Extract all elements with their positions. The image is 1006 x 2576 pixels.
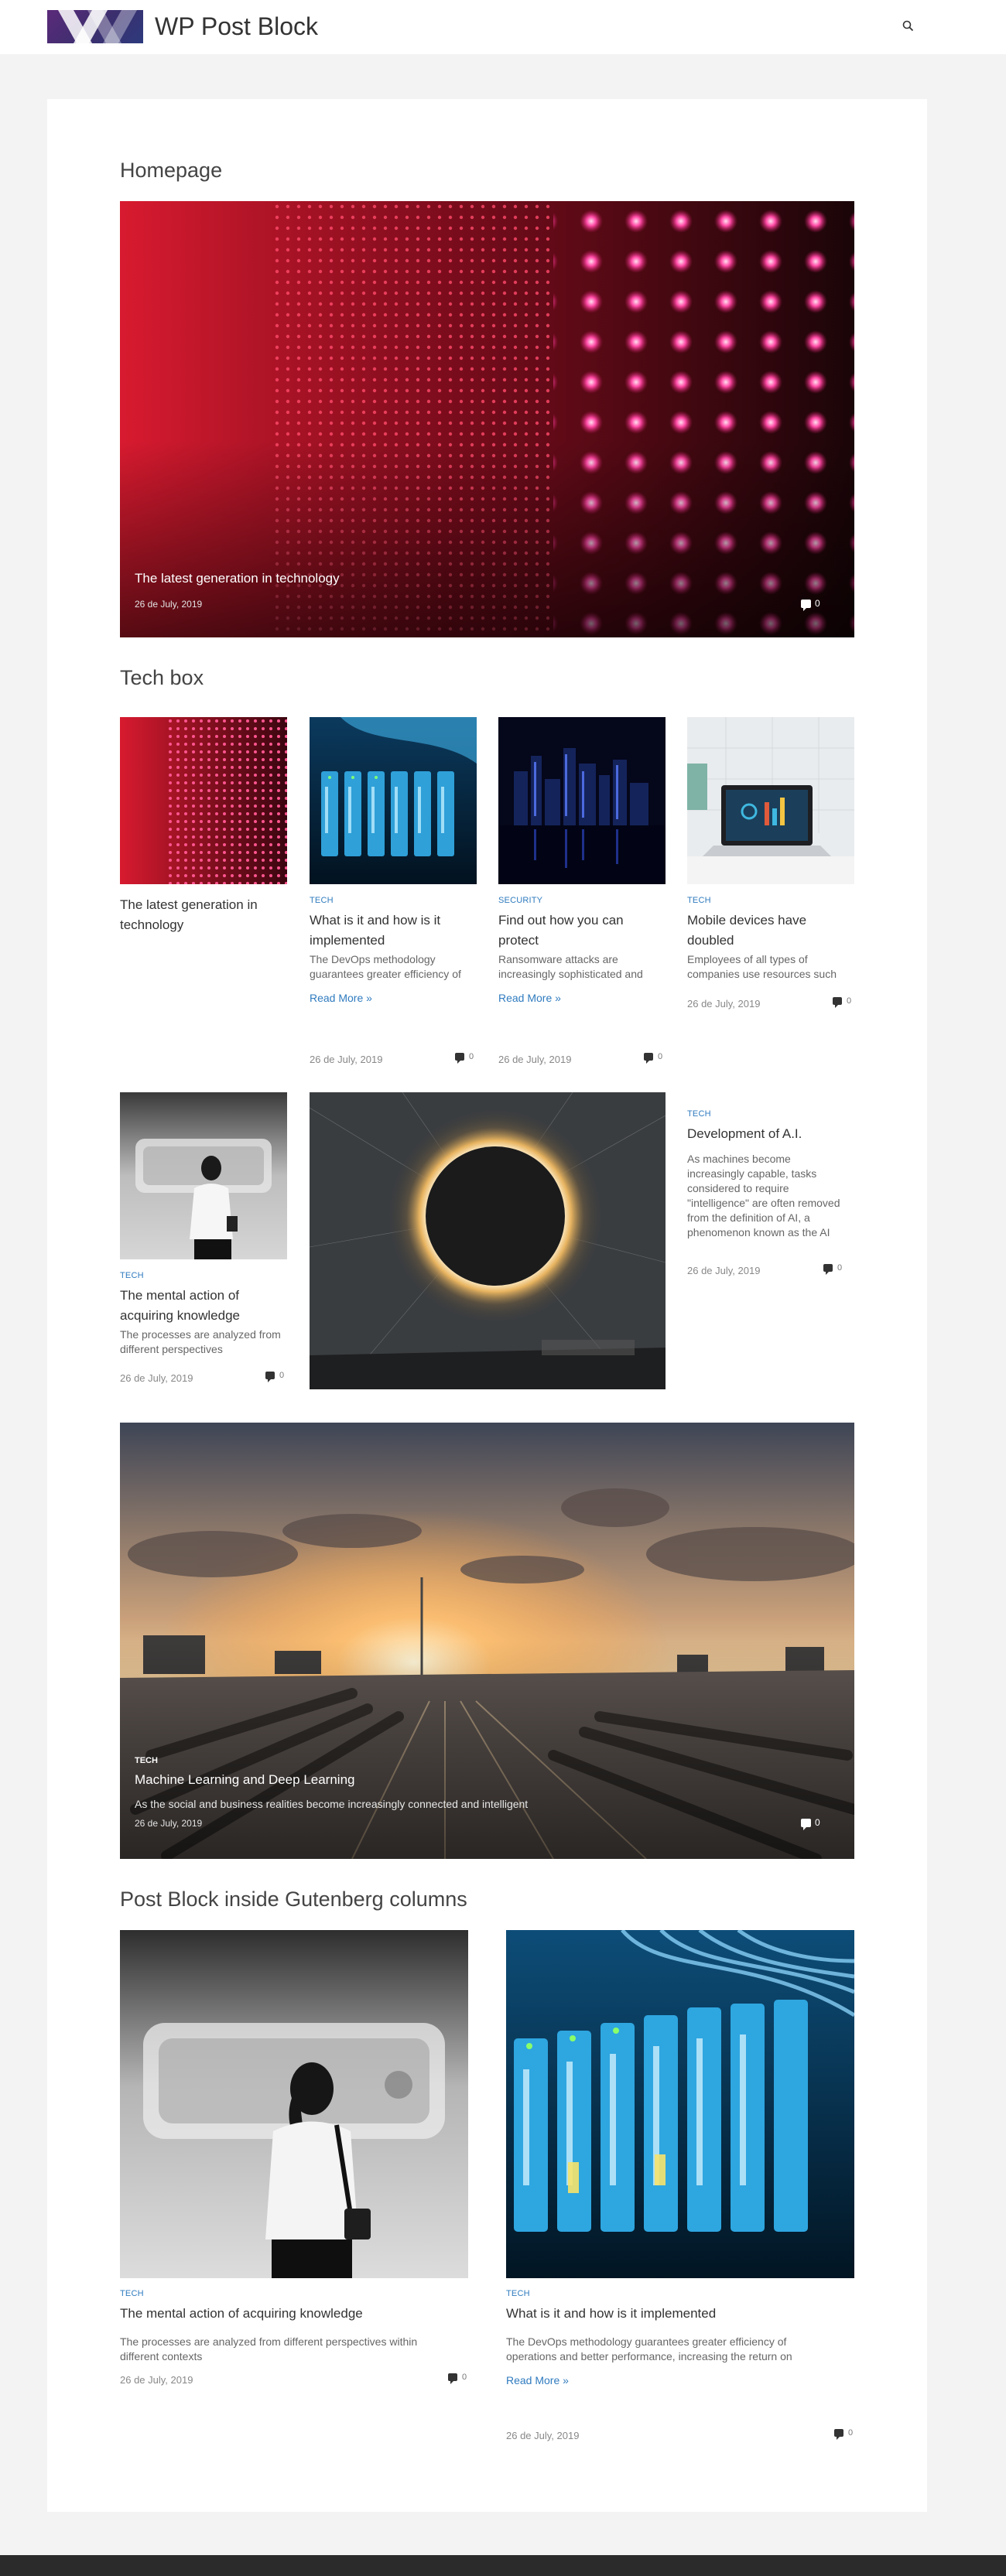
featured-post-title[interactable]: Machine Learning and Deep Learning <box>135 1772 354 1788</box>
post-date-ai: 26 de July, 2019 <box>687 1265 761 1276</box>
column-comment-count-devops[interactable]: 0 <box>834 2428 854 2440</box>
comment-number: 0 <box>837 1263 843 1273</box>
column-post-title-devops[interactable]: What is it and how is it implemented <box>506 2304 854 2324</box>
logo-mark-icon <box>58 10 137 43</box>
column-post-image-knowledge[interactable] <box>120 1930 468 2278</box>
column-post-date-knowledge: 26 de July, 2019 <box>120 2374 193 2386</box>
post-excerpt-ai: As machines become increasingly capable,… <box>687 1153 840 1243</box>
featured-post-category[interactable]: TECH <box>135 1756 158 1765</box>
column-post-image-devops[interactable] <box>506 1930 854 2278</box>
comment-number: 0 <box>658 1052 663 1061</box>
post-excerpt-knowledge: The processes are analyzed from differen… <box>120 1328 281 1355</box>
post-excerpt-security: Ransomware attacks are increasingly soph… <box>498 953 643 980</box>
section-title-homepage: Homepage <box>120 159 223 182</box>
site-title[interactable]: WP Post Block <box>155 12 318 41</box>
post-category-knowledge[interactable]: TECH <box>120 1271 144 1280</box>
read-more-security-link[interactable]: Read More » <box>498 992 561 1004</box>
comment-icon <box>265 1372 275 1382</box>
column-read-more-devops-link[interactable]: Read More » <box>506 2374 569 2386</box>
comment-number: 0 <box>847 996 852 1006</box>
city-night-image <box>498 717 666 884</box>
post-date-security: 26 de July, 2019 <box>498 1054 572 1065</box>
woman-train-image <box>120 1092 287 1259</box>
comment-count-mobile[interactable]: 0 <box>833 996 852 1008</box>
post-excerpt-devops: The DevOps methodology guarantees greate… <box>310 953 461 980</box>
post-image-latest-generation[interactable] <box>120 717 287 884</box>
post-date-mobile: 26 de July, 2019 <box>687 998 761 1010</box>
comment-count-devops[interactable]: 0 <box>455 1052 474 1064</box>
comment-count-ai[interactable]: 0 <box>823 1263 843 1275</box>
post-image-security[interactable] <box>498 717 666 884</box>
featured-comment-count[interactable]: 0 <box>801 1817 820 1830</box>
comment-icon <box>833 997 842 1008</box>
column-post-category-devops[interactable]: TECH <box>506 2289 530 2298</box>
post-title-devops[interactable]: What is it and how is it implemented <box>310 910 477 951</box>
post-image-devops[interactable] <box>310 717 477 884</box>
post-excerpt-mobile: Employees of all types of companies use … <box>687 953 837 980</box>
post-date-devops: 26 de July, 2019 <box>310 1054 383 1065</box>
content-container: Homepage The latest generation in techno… <box>47 99 927 2512</box>
featured-post-excerpt: As the social and business realities bec… <box>135 1798 529 1810</box>
server-rack-image <box>310 717 477 884</box>
hero-post-date: 26 de July, 2019 <box>135 599 203 610</box>
post-category-security[interactable]: SECURITY <box>498 896 542 905</box>
post-category-mobile[interactable]: TECH <box>687 896 711 905</box>
column-post-excerpt-devops: The DevOps methodology guarantees greate… <box>506 2335 792 2362</box>
section-title-gutenberg: Post Block inside Gutenberg columns <box>120 1888 467 1911</box>
comment-number: 0 <box>462 2373 467 2382</box>
comment-count-security[interactable]: 0 <box>644 1052 663 1064</box>
comment-number: 0 <box>815 1817 820 1828</box>
post-title-mobile[interactable]: Mobile devices have doubled <box>687 910 854 951</box>
post-title-ai[interactable]: Development of A.I. <box>687 1124 854 1144</box>
column-post-date-devops: 26 de July, 2019 <box>506 2430 580 2441</box>
post-image-steel-wool[interactable] <box>310 1092 666 1389</box>
hero-post[interactable]: The latest generation in technology 26 d… <box>120 201 854 637</box>
column-post-category-knowledge[interactable]: TECH <box>120 2289 144 2298</box>
post-category-devops[interactable]: TECH <box>310 896 334 905</box>
railway-sunset-image <box>120 1423 854 1859</box>
server-rack-image <box>506 1930 854 2278</box>
post-title-security[interactable]: Find out how you can protect <box>498 910 666 951</box>
hero-post-title[interactable]: The latest generation in technology <box>135 571 340 586</box>
post-title-knowledge[interactable]: The mental action of acquiring knowledge <box>120 1286 287 1326</box>
comment-icon <box>448 2373 457 2384</box>
featured-post-machine-learning[interactable]: TECH Machine Learning and Deep Learning … <box>120 1423 854 1859</box>
post-date-knowledge: 26 de July, 2019 <box>120 1372 193 1384</box>
comment-icon <box>823 1264 833 1275</box>
section-title-techbox: Tech box <box>120 666 204 689</box>
hero-comment-count[interactable]: 0 <box>801 598 820 611</box>
woman-train-image <box>120 1930 468 2278</box>
site-header: WP Post Block <box>0 0 1006 54</box>
column-post-excerpt-knowledge: The processes are analyzed from differen… <box>120 2335 418 2362</box>
column-post-title-knowledge[interactable]: The mental action of acquiring knowledge <box>120 2304 468 2324</box>
comment-icon <box>644 1053 653 1064</box>
comment-icon <box>801 1818 811 1830</box>
site-footer <box>0 2555 1006 2576</box>
post-category-ai[interactable]: TECH <box>687 1109 711 1119</box>
comment-number: 0 <box>848 2428 854 2438</box>
led-wall-image <box>120 717 287 884</box>
light-ring-image <box>310 1092 666 1389</box>
hero-comment-number: 0 <box>815 598 820 609</box>
search-icon[interactable] <box>902 19 915 33</box>
post-image-knowledge[interactable] <box>120 1092 287 1259</box>
featured-post-date: 26 de July, 2019 <box>135 1818 203 1829</box>
post-title-latest-generation[interactable]: The latest generation in technology <box>120 895 287 935</box>
site-logo[interactable] <box>47 10 143 43</box>
post-image-mobile[interactable] <box>687 717 854 884</box>
comment-number: 0 <box>469 1052 474 1061</box>
comment-number: 0 <box>279 1371 285 1380</box>
read-more-devops-link[interactable]: Read More » <box>310 992 372 1004</box>
column-comment-count-knowledge[interactable]: 0 <box>448 2373 467 2384</box>
comment-icon <box>801 599 811 611</box>
comment-icon <box>455 1053 464 1064</box>
comment-count-knowledge[interactable]: 0 <box>265 1371 285 1382</box>
laptop-desk-image <box>687 717 854 884</box>
comment-icon <box>834 2429 843 2440</box>
